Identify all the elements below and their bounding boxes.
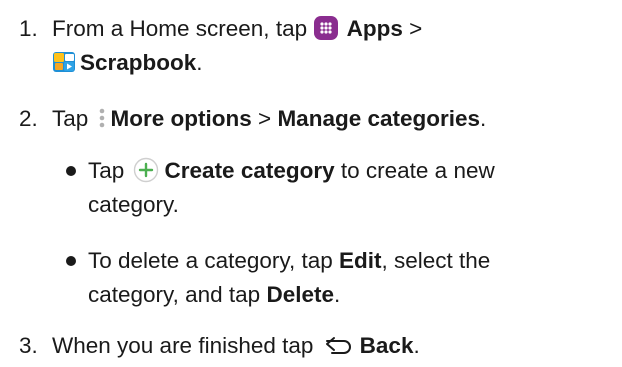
step-number: 3. bbox=[19, 333, 38, 358]
step-3: 3. When you are finished tap Back. bbox=[0, 330, 622, 361]
edit-label: Edit bbox=[339, 248, 382, 273]
bullet-1-continued: category. bbox=[0, 189, 622, 220]
separator: > bbox=[402, 16, 423, 41]
bullet-dot bbox=[66, 256, 76, 266]
create-category-label: Create category bbox=[164, 158, 335, 183]
bullet-text: , select the bbox=[381, 248, 491, 273]
step-3-line: When you are finished tap Back. bbox=[52, 330, 420, 361]
bullet-1-line-2: category. bbox=[88, 192, 179, 217]
bullet-2-continued: category, and tap Delete. bbox=[0, 279, 622, 310]
step-1: 1. From a Home screen, tap Apps > bbox=[0, 13, 622, 44]
step-1-continued: Scrapbook. bbox=[0, 47, 622, 78]
step-1-line-2: Scrapbook. bbox=[52, 47, 203, 78]
step-2: 2. Tap More options > Manage categories. bbox=[0, 103, 622, 134]
back-label: Back bbox=[359, 333, 414, 358]
step-number: 2. bbox=[19, 106, 38, 131]
bullet-text: To delete a category, tap bbox=[88, 248, 339, 273]
scrapbook-app-icon bbox=[52, 50, 76, 74]
apps-label: Apps bbox=[346, 16, 403, 41]
bullet-text: to create a new bbox=[334, 158, 495, 183]
step-1-line-1: From a Home screen, tap Apps > bbox=[52, 13, 422, 44]
bullet-1: Tap Create category to create a new bbox=[0, 155, 622, 186]
manage-categories-label: Manage categories bbox=[277, 106, 481, 131]
more-options-icon bbox=[98, 106, 106, 130]
bullet-text: Tap bbox=[88, 158, 131, 183]
delete-label: Delete bbox=[266, 282, 334, 307]
more-options-label: More options bbox=[110, 106, 252, 131]
apps-grid-icon bbox=[314, 16, 339, 41]
bullet-dot bbox=[66, 166, 76, 176]
bullet-text: category, and tap bbox=[88, 282, 267, 307]
step-2-line: Tap More options > Manage categories. bbox=[52, 103, 486, 134]
back-arrow-icon bbox=[324, 334, 354, 356]
bullet-2-line-1: To delete a category, tap Edit, select t… bbox=[88, 245, 490, 276]
bullet-2: To delete a category, tap Edit, select t… bbox=[0, 245, 622, 276]
bullet-2-line-2: category, and tap Delete. bbox=[88, 279, 340, 310]
separator: > bbox=[251, 106, 278, 131]
scrapbook-label: Scrapbook bbox=[80, 50, 197, 75]
step-text: When you are finished tap bbox=[52, 333, 320, 358]
period: . bbox=[413, 333, 420, 358]
period: . bbox=[196, 50, 203, 75]
period: . bbox=[480, 106, 487, 131]
step-text: From a Home screen, tap bbox=[52, 16, 314, 41]
step-text: Tap bbox=[52, 106, 95, 131]
plus-circle-icon bbox=[133, 157, 159, 183]
step-number: 1. bbox=[19, 16, 38, 41]
bullet-1-line-1: Tap Create category to create a new bbox=[88, 155, 495, 186]
period: . bbox=[334, 282, 341, 307]
